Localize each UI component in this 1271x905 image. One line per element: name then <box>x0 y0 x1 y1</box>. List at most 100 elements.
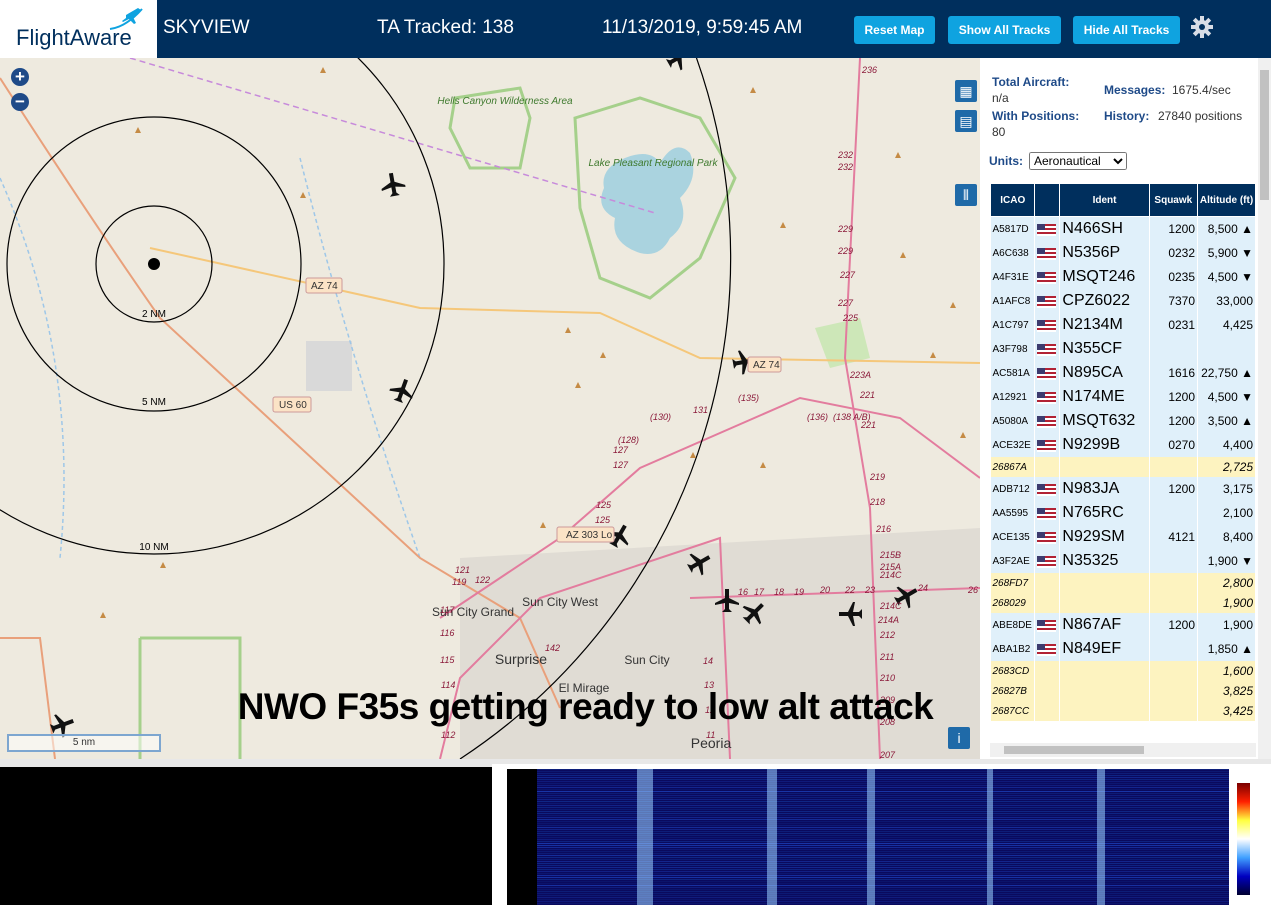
cell-flag <box>1034 457 1061 477</box>
cell-ident: N2134M <box>1059 313 1150 337</box>
cell-flag <box>1034 216 1061 241</box>
show-all-tracks-button[interactable]: Show All Tracks <box>948 16 1061 44</box>
table-row[interactable]: A3F798 N355CF <box>990 337 1256 361</box>
cell-icao: 268FD7 <box>990 573 1036 593</box>
cell-flag <box>1034 549 1061 573</box>
road-shield-label: AZ 74 <box>753 360 780 371</box>
table-row[interactable]: ACE32E N9299B 0270 4,400 <box>990 433 1256 457</box>
route-number: 19 <box>794 587 804 597</box>
route-number: 131 <box>693 405 708 415</box>
cell-flag <box>1034 409 1061 433</box>
route-number: 142 <box>545 643 560 653</box>
zoom-in-icon[interactable]: + <box>11 68 29 86</box>
tracked-count: TA Tracked: 138 <box>377 17 514 38</box>
panel-scrollbar[interactable] <box>1258 58 1271 759</box>
map-layers-icon[interactable]: ▦ <box>955 80 977 102</box>
us-flag-icon <box>1037 439 1057 452</box>
cell-icao: ACE135 <box>990 525 1036 549</box>
table-row[interactable]: AC581A N895CA 1616 22,750 ▲ <box>990 361 1256 385</box>
messages-label: Messages: <box>1104 83 1166 97</box>
route-number: 119 <box>452 577 466 587</box>
table-row[interactable]: ABA1B2 N849EF 1,850 ▲ <box>990 637 1256 661</box>
table-row[interactable]: A1C797 N2134M 0231 4,425 <box>990 313 1256 337</box>
us-flag-icon <box>1037 271 1057 284</box>
cell-ident: N9299B <box>1059 433 1150 457</box>
col-ident[interactable]: Ident <box>1059 183 1150 217</box>
cell-squawk <box>1149 573 1199 593</box>
cell-altitude: 1,900 <box>1197 613 1256 637</box>
cell-altitude: 5,900 ▼ <box>1197 241 1256 265</box>
table-row[interactable]: ACE135 N929SM 4121 8,400 <box>990 525 1256 549</box>
cell-altitude: 2,725 <box>1197 457 1256 477</box>
route-number: 22 <box>844 585 855 595</box>
table-row[interactable]: 26867A 2,725 <box>990 457 1256 477</box>
cell-icao: A4F31E <box>990 265 1036 289</box>
route-number: 17 <box>754 587 765 597</box>
map-canvas[interactable]: 2 NM 5 NM 10 NM Hells Canyon Wilderness … <box>0 58 980 759</box>
app-title: SKYVIEW <box>163 17 250 38</box>
map-view[interactable]: 2 NM 5 NM 10 NM Hells Canyon Wilderness … <box>0 58 980 759</box>
cell-flag <box>1034 501 1061 525</box>
route-number: 232 <box>837 162 853 172</box>
route-number: 26 <box>967 585 978 595</box>
table-row[interactable]: AA5595 N765RC 2,100 <box>990 501 1256 525</box>
flightaware-logo[interactable]: FlightAware <box>0 0 157 58</box>
route-number: 122 <box>475 575 490 585</box>
units-select[interactable]: Aeronautical <box>1029 152 1127 170</box>
col-squawk[interactable]: Squawk <box>1148 183 1199 217</box>
info-icon[interactable]: i <box>948 727 970 749</box>
table-row[interactable]: 2683CD 1,600 <box>990 661 1256 681</box>
cell-squawk: 1200 <box>1149 385 1199 409</box>
columns-icon[interactable]: ⦀ <box>955 184 977 206</box>
route-number: 227 <box>839 270 856 280</box>
cell-icao: AA5595 <box>990 501 1036 525</box>
ring-label-10nm: 10 NM <box>139 542 168 553</box>
table-row[interactable]: A3F2AE N35325 1,900 ▼ <box>990 549 1256 573</box>
table-h-scrollbar[interactable] <box>990 743 1256 757</box>
scrollbar-thumb[interactable] <box>1260 70 1269 200</box>
table-row[interactable]: A6C638 N5356P 0232 5,900 ▼ <box>990 241 1256 265</box>
cell-ident <box>1059 457 1150 477</box>
cell-squawk <box>1149 661 1199 681</box>
cell-icao: A1C797 <box>990 313 1036 337</box>
table-row[interactable]: 268FD7 2,800 <box>990 573 1256 593</box>
route-number: 221 <box>859 390 875 400</box>
route-number: 225 <box>842 313 859 323</box>
cell-ident: N849EF <box>1059 637 1150 661</box>
table-row[interactable]: A5080A MSQT632 1200 3,500 ▲ <box>990 409 1256 433</box>
col-icao[interactable]: ICAO <box>990 183 1036 217</box>
zoom-out-icon[interactable]: − <box>11 93 29 111</box>
place-label: Sun City West <box>522 595 598 609</box>
hide-all-tracks-button[interactable]: Hide All Tracks <box>1073 16 1180 44</box>
route-number: 127 <box>613 445 629 455</box>
grid-icon[interactable]: ▤ <box>955 110 977 132</box>
table-row[interactable]: A5817D N466SH 1200 8,500 ▲ <box>990 216 1256 241</box>
reset-map-button[interactable]: Reset Map <box>854 16 935 44</box>
col-flag <box>1034 183 1061 217</box>
cell-altitude: 1,600 <box>1197 661 1256 681</box>
cell-altitude: 1,900 <box>1197 593 1256 613</box>
gear-icon[interactable] <box>1190 15 1214 39</box>
route-number: (135) <box>738 393 759 403</box>
route-number: 236 <box>861 65 877 75</box>
table-row[interactable]: 268029 1,900 <box>990 593 1256 613</box>
us-flag-icon <box>1037 507 1057 520</box>
cell-squawk: 1200 <box>1149 613 1199 637</box>
table-row[interactable]: A4F31E MSQT246 0235 4,500 ▼ <box>990 265 1256 289</box>
with-positions-value: 80 <box>992 125 1006 139</box>
cell-ident: N466SH <box>1059 216 1150 241</box>
cell-ident: CPZ6022 <box>1059 289 1150 313</box>
table-row[interactable]: A1AFC8 CPZ6022 7370 33,000 <box>990 289 1256 313</box>
table-row[interactable]: ADB712 N983JA 1200 3,175 <box>990 477 1256 501</box>
col-altitude[interactable]: Altitude (ft) <box>1197 183 1256 217</box>
spectrogram-signal-band <box>637 769 653 905</box>
table-row[interactable]: A12921 N174ME 1200 4,500 ▼ <box>990 385 1256 409</box>
cell-flag <box>1034 661 1061 681</box>
cell-icao: 2683CD <box>990 661 1036 681</box>
table-row[interactable]: ABE8DE N867AF 1200 1,900 <box>990 613 1256 637</box>
cell-squawk: 1616 <box>1149 361 1199 385</box>
scrollbar-thumb[interactable] <box>1004 746 1144 754</box>
units-label: Units: <box>989 154 1023 168</box>
scale-label: 5 nm <box>72 737 96 748</box>
route-number: 218 <box>869 497 885 507</box>
